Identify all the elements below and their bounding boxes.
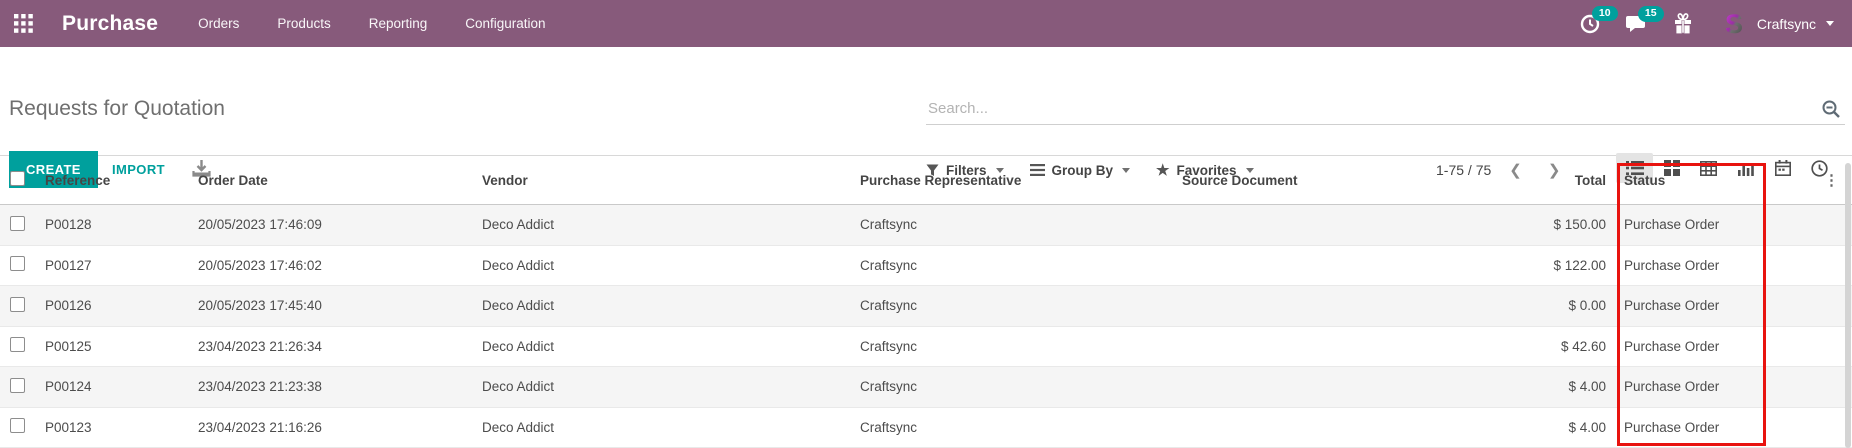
cell-order-date[interactable]: 20/05/2023 17:45:40	[198, 298, 482, 313]
cell-total[interactable]: $ 4.00	[1370, 420, 1612, 435]
cell-vendor[interactable]: Deco Addict	[482, 298, 860, 313]
cell-status[interactable]: Purchase Order	[1612, 339, 1761, 354]
table-header-row: Reference Order Date Vendor Purchase Rep…	[0, 156, 1852, 205]
menu-orders[interactable]: Orders	[196, 12, 241, 35]
cell-reference[interactable]: P00126	[45, 298, 198, 313]
control-panel: Requests for Quotation CREATE IMPORT Fil…	[0, 47, 1852, 188]
cell-total[interactable]: $ 4.00	[1370, 379, 1612, 394]
cell-status[interactable]: Purchase Order	[1612, 420, 1761, 435]
user-name: Craftsync	[1756, 15, 1816, 32]
cell-status[interactable]: Purchase Order	[1612, 217, 1761, 232]
cell-order-date[interactable]: 23/04/2023 21:26:34	[198, 339, 482, 354]
cell-vendor[interactable]: Deco Addict	[482, 379, 860, 394]
cell-vendor[interactable]: Deco Addict	[482, 339, 860, 354]
cell-vendor[interactable]: Deco Addict	[482, 258, 860, 273]
cell-representative[interactable]: Craftsync	[860, 217, 1182, 232]
col-header-total[interactable]: Total	[1370, 173, 1612, 188]
vertical-scrollbar[interactable]	[1845, 163, 1851, 448]
gift-icon	[1674, 13, 1691, 34]
cell-reference[interactable]: P00123	[45, 420, 198, 435]
gift-button[interactable]	[1673, 13, 1693, 34]
cell-order-date[interactable]: 23/04/2023 21:16:26	[198, 420, 482, 435]
cell-vendor[interactable]: Deco Addict	[482, 420, 860, 435]
activities-button[interactable]: 10	[1580, 5, 1618, 34]
col-header-reference[interactable]: Reference	[45, 173, 198, 188]
navbar-systray: 10 15 S Craftsync	[1580, 5, 1852, 39]
cell-reference[interactable]: P00128	[45, 217, 198, 232]
cell-status[interactable]: Purchase Order	[1612, 298, 1761, 313]
col-header-source-document[interactable]: Source Document	[1182, 173, 1370, 188]
table-row[interactable]: P00124 23/04/2023 21:23:38 Deco Addict C…	[0, 367, 1852, 408]
svg-text:S: S	[1725, 9, 1743, 39]
table-row[interactable]: P00125 23/04/2023 21:26:34 Deco Addict C…	[0, 327, 1852, 367]
main-menu: Orders Products Reporting Configuration	[196, 12, 547, 35]
row-checkbox[interactable]	[10, 296, 25, 312]
select-all-checkbox[interactable]	[10, 171, 25, 186]
cell-total[interactable]: $ 42.60	[1370, 339, 1612, 354]
table-body: P00128 20/05/2023 17:46:09 Deco Addict C…	[0, 205, 1852, 448]
chevron-down-icon	[1826, 21, 1834, 26]
messages-count-badge: 15	[1637, 6, 1664, 22]
user-menu[interactable]: S Craftsync	[1719, 9, 1834, 39]
row-checkbox[interactable]	[10, 377, 25, 393]
col-header-order-date[interactable]: Order Date	[198, 173, 482, 188]
cell-representative[interactable]: Craftsync	[860, 420, 1182, 435]
col-header-vendor[interactable]: Vendor	[482, 173, 860, 188]
cell-representative[interactable]: Craftsync	[860, 339, 1182, 354]
cell-total[interactable]: $ 0.00	[1370, 298, 1612, 313]
activities-count-badge: 10	[1591, 5, 1618, 22]
row-checkbox[interactable]	[10, 337, 25, 353]
menu-configuration[interactable]: Configuration	[463, 12, 547, 35]
top-navbar: Purchase Orders Products Reporting Confi…	[0, 0, 1852, 47]
cell-status[interactable]: Purchase Order	[1612, 258, 1761, 273]
cell-status[interactable]: Purchase Order	[1612, 379, 1761, 394]
user-avatar: S	[1725, 9, 1743, 39]
cell-reference[interactable]: P00124	[45, 379, 198, 394]
grid-icon	[13, 14, 33, 33]
menu-reporting[interactable]: Reporting	[367, 12, 430, 35]
optional-columns-icon[interactable]: ⋮	[1824, 172, 1839, 189]
row-checkbox[interactable]	[10, 256, 25, 272]
messages-button[interactable]: 15	[1625, 6, 1664, 33]
table-row[interactable]: P00127 20/05/2023 17:46:02 Deco Addict C…	[0, 246, 1852, 286]
search-input[interactable]	[926, 93, 1845, 124]
cell-order-date[interactable]: 20/05/2023 17:46:02	[198, 258, 482, 273]
rfq-list-table: Reference Order Date Vendor Purchase Rep…	[0, 156, 1852, 448]
search-box	[926, 93, 1845, 125]
row-checkbox[interactable]	[10, 418, 25, 434]
cell-total[interactable]: $ 150.00	[1370, 217, 1612, 232]
cell-order-date[interactable]: 23/04/2023 21:23:38	[198, 379, 482, 394]
menu-products[interactable]: Products	[275, 12, 332, 35]
table-row[interactable]: P00126 20/05/2023 17:45:40 Deco Addict C…	[0, 286, 1852, 327]
app-title: Purchase	[62, 11, 159, 35]
table-row[interactable]: P00128 20/05/2023 17:46:09 Deco Addict C…	[0, 205, 1852, 246]
col-header-representative[interactable]: Purchase Representative	[860, 173, 1182, 188]
cell-vendor[interactable]: Deco Addict	[482, 217, 860, 232]
cell-reference[interactable]: P00125	[45, 339, 198, 354]
cell-reference[interactable]: P00127	[45, 258, 198, 273]
col-header-status[interactable]: Status	[1612, 173, 1761, 188]
search-icon[interactable]	[1821, 99, 1841, 119]
cell-representative[interactable]: Craftsync	[860, 298, 1182, 313]
row-checkbox[interactable]	[10, 215, 25, 231]
cell-representative[interactable]: Craftsync	[860, 258, 1182, 273]
cell-order-date[interactable]: 20/05/2023 17:46:09	[198, 217, 482, 232]
cell-total[interactable]: $ 122.00	[1370, 258, 1612, 273]
cell-representative[interactable]: Craftsync	[860, 379, 1182, 394]
page-title: Requests for Quotation	[9, 97, 225, 120]
apps-menu-icon[interactable]	[0, 0, 46, 47]
table-row[interactable]: P00123 23/04/2023 21:16:26 Deco Addict C…	[0, 408, 1852, 448]
